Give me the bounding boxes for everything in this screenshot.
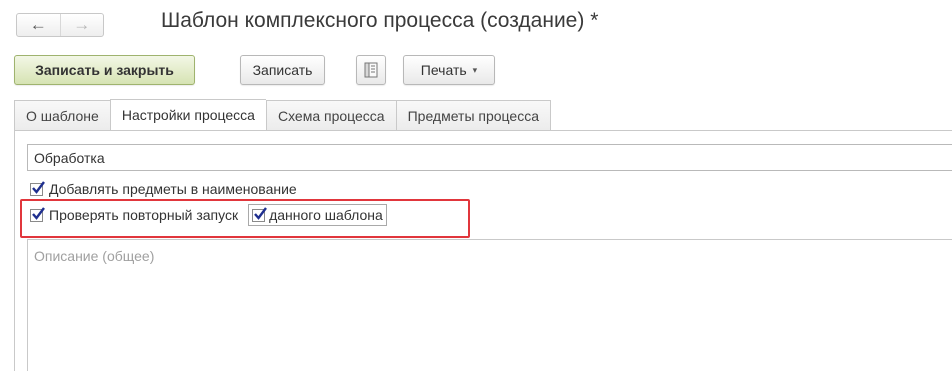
tab-process-scheme[interactable]: Схема процесса xyxy=(265,100,396,131)
description-placeholder: Описание (общее) xyxy=(34,248,155,264)
chevron-down-icon: ▾ xyxy=(472,64,478,75)
panel-border xyxy=(14,130,15,371)
navigation-group: ← → xyxy=(16,13,104,37)
print-dropdown-button[interactable]: Печать ▾ xyxy=(403,55,495,85)
print-label: Печать xyxy=(420,62,467,78)
add-subjects-row: Добавлять предметы в наименование xyxy=(30,180,297,197)
description-textarea[interactable]: Описание (общее) xyxy=(27,239,952,371)
tab-divider xyxy=(14,130,952,131)
window-title: Шаблон комплексного процесса (создание) … xyxy=(161,9,599,32)
document-list-icon[interactable] xyxy=(356,55,386,85)
back-arrow-icon[interactable]: ← xyxy=(17,14,60,36)
add-subjects-checkbox[interactable] xyxy=(30,180,45,196)
highlight-frame xyxy=(20,199,470,238)
processing-field-value: Обработка xyxy=(34,149,105,166)
add-subjects-label: Добавлять предметы в наименование xyxy=(49,181,297,197)
tab-about-template[interactable]: О шаблоне xyxy=(14,100,110,131)
tab-process-settings[interactable]: Настройки процесса xyxy=(109,99,266,131)
save-and-close-button[interactable]: Записать и закрыть xyxy=(14,55,195,85)
processing-field[interactable]: Обработка xyxy=(27,144,952,171)
forward-arrow-icon[interactable]: → xyxy=(59,14,104,36)
tab-process-subjects[interactable]: Предметы процесса xyxy=(395,100,551,131)
tab-bar: О шаблоне Настройки процесса Схема проце… xyxy=(14,99,551,131)
save-button[interactable]: Записать xyxy=(240,55,325,85)
form-window: ← → Шаблон комплексного процесса (создан… xyxy=(0,0,952,371)
